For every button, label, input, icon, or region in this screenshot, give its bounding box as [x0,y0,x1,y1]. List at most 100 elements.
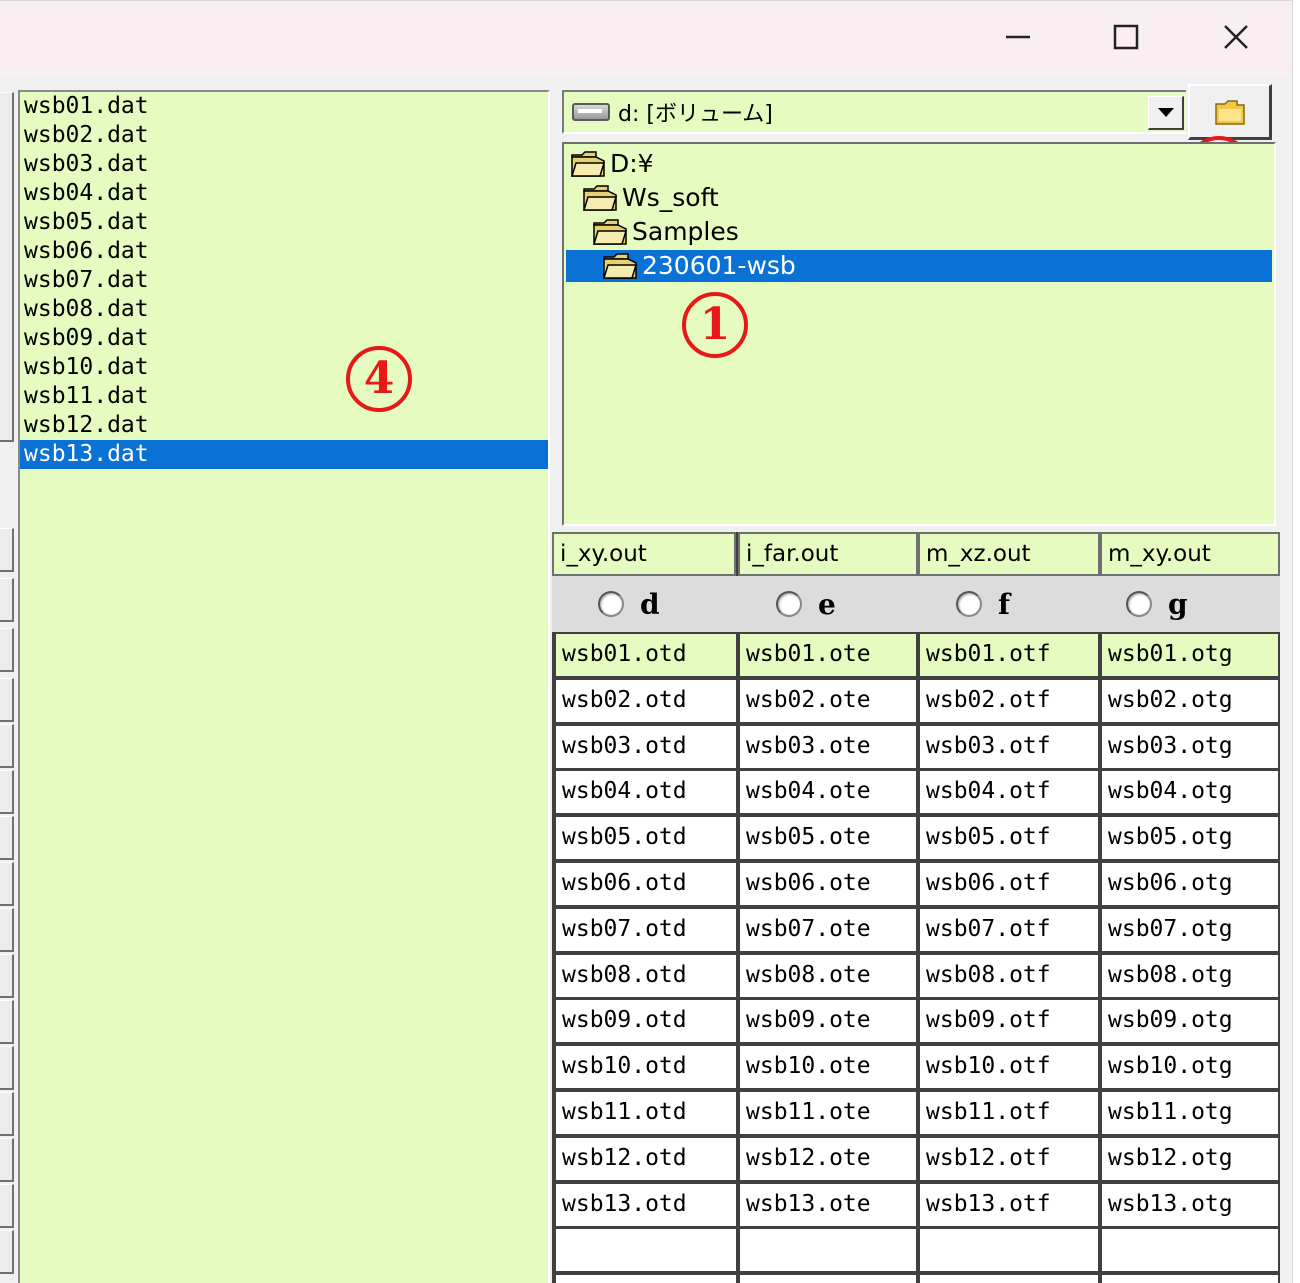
file-list-item[interactable]: wsb03.dat [20,150,548,179]
strip-button[interactable] [0,908,14,952]
strip-button[interactable] [0,628,14,672]
grid-cell[interactable]: wsb07.otf [920,909,1098,951]
file-list-item[interactable]: wsb10.dat [20,353,548,382]
grid-cell[interactable]: wsb04.otf [920,771,1098,813]
grid-cell[interactable]: wsb07.otg [1102,909,1278,951]
grid-cell[interactable]: wsb10.otf [920,1046,1098,1088]
grid-cell[interactable]: wsb12.otd [556,1138,736,1180]
grid-cell[interactable]: wsb05.ote [740,817,916,859]
file-list-item[interactable]: wsb05.dat [20,208,548,237]
strip-button[interactable] [0,528,14,572]
grid-cell[interactable]: wsb03.otg [1102,726,1278,768]
grid-cell[interactable]: wsb12.otg [1102,1138,1278,1180]
radio-option-e[interactable]: e [776,576,836,632]
tree-item-ws-soft[interactable]: Ws_soft [582,182,719,214]
grid-cell[interactable]: wsb02.ote [740,680,916,722]
file-list-item[interactable]: wsb09.dat [20,324,548,353]
grid-cell[interactable]: wsb13.otg [1102,1184,1278,1226]
grid-cell[interactable] [1102,1229,1278,1271]
radio-button[interactable] [776,591,802,617]
grid-cell[interactable]: wsb04.otg [1102,771,1278,813]
grid-cell[interactable] [920,1229,1098,1271]
grid-cell[interactable]: wsb08.otg [1102,955,1278,997]
grid-cell[interactable] [740,1229,916,1271]
drive-dropdown-button[interactable] [1148,96,1184,130]
grid-cell[interactable]: wsb03.otd [556,726,736,768]
grid-cell[interactable]: wsb01.otf [920,634,1098,676]
grid-cell[interactable] [1102,1275,1278,1283]
grid-cell[interactable]: wsb13.ote [740,1184,916,1226]
grid-cell[interactable]: wsb06.otg [1102,863,1278,905]
grid-cell[interactable]: wsb08.ote [740,955,916,997]
file-list-item[interactable]: wsb06.dat [20,237,548,266]
file-list-item[interactable]: wsb02.dat [20,121,548,150]
grid-cell[interactable]: wsb02.otd [556,680,736,722]
radio-button[interactable] [598,591,624,617]
grid-cell[interactable]: wsb01.ote [740,634,916,676]
grid-cell[interactable]: wsb10.otg [1102,1046,1278,1088]
grid-cell[interactable]: wsb02.otg [1102,680,1278,722]
grid-cell[interactable]: wsb12.ote [740,1138,916,1180]
grid-cell[interactable]: wsb01.otd [556,634,736,676]
file-list-item[interactable]: wsb01.dat [20,92,548,121]
minimize-button[interactable] [964,1,1072,73]
strip-button[interactable] [0,1230,14,1274]
radio-option-f[interactable]: f [956,576,1010,632]
grid-cell[interactable]: wsb07.ote [740,909,916,951]
file-list-item[interactable]: wsb04.dat [20,179,548,208]
grid-cell[interactable] [920,1275,1098,1283]
strip-button[interactable] [0,1000,14,1044]
radio-button[interactable] [956,591,982,617]
strip-button[interactable] [0,724,14,768]
grid-cell[interactable]: wsb05.otg [1102,817,1278,859]
strip-button[interactable] [0,816,14,860]
strip-button[interactable] [0,678,14,722]
grid-cell[interactable] [556,1275,736,1283]
close-button[interactable] [1182,1,1290,73]
strip-button[interactable] [0,954,14,998]
file-list[interactable]: wsb01.dat wsb02.dat wsb03.dat wsb04.dat … [18,90,550,1283]
grid-cell[interactable]: wsb11.otg [1102,1092,1278,1134]
grid-cell[interactable]: wsb13.otf [920,1184,1098,1226]
grid-cell[interactable]: wsb09.otd [556,1000,736,1042]
file-list-item[interactable]: wsb12.dat [20,411,548,440]
grid-cell[interactable]: wsb10.otd [556,1046,736,1088]
grid-cell[interactable]: wsb06.otd [556,863,736,905]
grid-cell[interactable]: wsb09.otf [920,1000,1098,1042]
grid-cell[interactable]: wsb03.otf [920,726,1098,768]
grid-cell[interactable]: wsb11.otd [556,1092,736,1134]
radio-button[interactable] [1126,591,1152,617]
folder-tree[interactable]: D:¥ Ws_soft Samples 230601-wsb [562,142,1276,526]
grid-cell[interactable]: wsb12.otf [920,1138,1098,1180]
grid-cell[interactable]: wsb04.ote [740,771,916,813]
file-list-item[interactable]: wsb08.dat [20,295,548,324]
tree-item-samples[interactable]: Samples [592,216,739,248]
strip-button[interactable] [0,1184,14,1228]
grid-cell[interactable]: wsb13.otd [556,1184,736,1226]
strip-button[interactable] [0,578,14,622]
grid-cell[interactable]: wsb04.otd [556,771,736,813]
strip-button[interactable] [0,862,14,906]
radio-option-g[interactable]: g [1126,576,1188,632]
grid-cell[interactable]: wsb02.otf [920,680,1098,722]
grid-cell[interactable]: wsb09.ote [740,1000,916,1042]
tree-item-root[interactable]: D:¥ [570,148,654,180]
grid-cell[interactable]: wsb05.otd [556,817,736,859]
grid-cell[interactable]: wsb08.otf [920,955,1098,997]
open-folder-button[interactable] [1188,84,1272,140]
strip-button[interactable] [0,1138,14,1182]
drive-select[interactable]: d: [ボリューム] [562,90,1186,134]
file-list-item-selected[interactable]: wsb13.dat [20,440,548,469]
grid-cell[interactable] [740,1275,916,1283]
tree-item-selected[interactable]: 230601-wsb [566,250,1272,282]
grid-cell[interactable]: wsb09.otg [1102,1000,1278,1042]
radio-option-d[interactable]: d [598,576,660,632]
grid-cell[interactable]: wsb03.ote [740,726,916,768]
file-list-item[interactable]: wsb11.dat [20,382,548,411]
maximize-button[interactable] [1072,1,1180,73]
grid-cell[interactable]: wsb08.otd [556,955,736,997]
strip-button[interactable] [0,770,14,814]
grid-cell[interactable]: wsb06.ote [740,863,916,905]
file-list-item[interactable]: wsb07.dat [20,266,548,295]
grid-cell[interactable]: wsb11.otf [920,1092,1098,1134]
